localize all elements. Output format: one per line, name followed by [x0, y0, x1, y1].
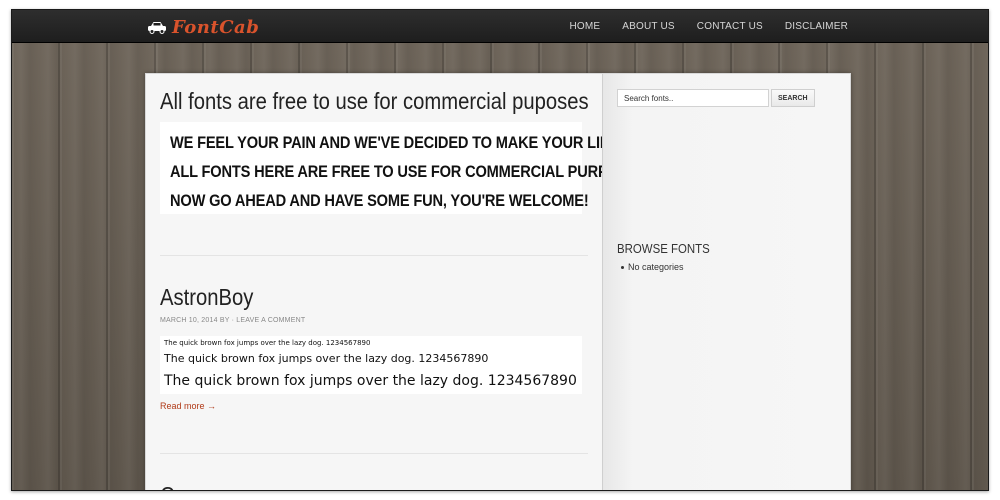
bullet-icon: [621, 266, 624, 270]
sidebar: SEARCH BROWSE FONTS No categories: [602, 74, 850, 490]
browser-viewport: FontCab HOME ABOUT US CONTACT US DISCLAI…: [11, 9, 989, 491]
car-icon: [148, 22, 166, 34]
post-title[interactable]: All fonts are free to use for commercial…: [160, 88, 589, 115]
main-column: All fonts are free to use for commercial…: [146, 74, 662, 490]
read-more-link[interactable]: Read more →: [160, 401, 216, 411]
category-item: No categories: [621, 262, 684, 272]
nav-about-us[interactable]: ABOUT US: [622, 21, 675, 32]
nav-home[interactable]: HOME: [569, 21, 600, 32]
announcement-banner: WE FEEL YOUR PAIN AND WE'VE DECIDED TO M…: [160, 122, 662, 214]
content-container: All fonts are free to use for commercial…: [145, 73, 851, 490]
font-sample-image: The quick brown fox jumps over the lazy …: [160, 336, 582, 394]
post-divider: [160, 453, 588, 454]
post-title[interactable]: Cr...: [160, 482, 197, 490]
leave-comment-link[interactable]: LEAVE A COMMENT: [236, 317, 305, 324]
category-list: No categories: [621, 262, 684, 272]
font-sample-line: The quick brown fox jumps over the lazy …: [164, 339, 371, 347]
search-form: SEARCH: [617, 89, 815, 107]
site-logo[interactable]: FontCab: [146, 15, 259, 39]
post-title[interactable]: AstronBoy: [160, 284, 253, 311]
post-divider: [160, 255, 588, 256]
post-date: MARCH 10, 2014: [160, 317, 218, 324]
banner-line: WE FEEL YOUR PAIN AND WE'VE DECIDED TO M…: [170, 133, 662, 152]
post-author-label: BY: [219, 317, 230, 324]
post-meta: MARCH 10, 2014 BY · LEAVE A COMMENT: [160, 317, 305, 324]
nav-contact-us[interactable]: CONTACT US: [697, 21, 763, 32]
top-navigation-bar: FontCab HOME ABOUT US CONTACT US DISCLAI…: [12, 10, 988, 43]
category-label: No categories: [628, 262, 684, 272]
logo-text: FontCab: [172, 16, 260, 38]
search-input[interactable]: [617, 89, 769, 107]
main-nav: HOME ABOUT US CONTACT US DISCLAIMER: [569, 10, 848, 43]
font-sample-line: The quick brown fox jumps over the lazy …: [164, 352, 489, 365]
meta-separator: ·: [231, 317, 235, 324]
browse-fonts-heading: BROWSE FONTS: [617, 241, 710, 256]
nav-disclaimer[interactable]: DISCLAIMER: [785, 21, 848, 32]
font-sample-line: The quick brown fox jumps over the lazy …: [164, 373, 577, 389]
search-button[interactable]: SEARCH: [771, 89, 815, 107]
banner-line: NOW GO AHEAD AND HAVE SOME FUN, YOU'RE W…: [170, 191, 589, 210]
banner-line: ALL FONTS HERE ARE FREE TO USE FOR COMME…: [170, 162, 660, 181]
